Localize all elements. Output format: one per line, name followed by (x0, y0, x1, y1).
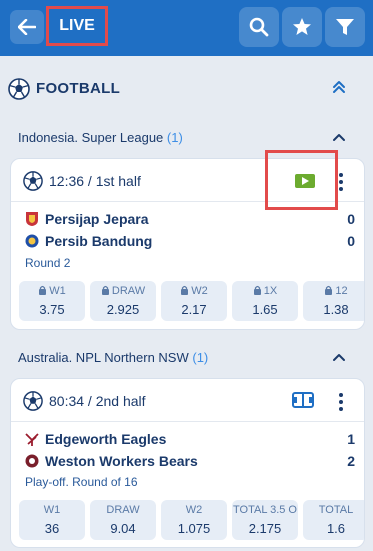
match-round: Round 2 (25, 256, 71, 270)
lock-icon (39, 285, 47, 295)
divider (11, 421, 364, 422)
odd-label: TOTAL (318, 504, 354, 516)
odd-button[interactable]: W2 2.17 (161, 281, 227, 321)
football-icon (8, 78, 30, 100)
odd-button[interactable]: W2 1.075 (161, 500, 227, 540)
odd-value: 9.04 (110, 521, 136, 536)
team-score: 2 (347, 453, 355, 469)
odd-label: W2 (185, 504, 203, 516)
favorites-button[interactable] (282, 7, 322, 47)
football-icon (23, 171, 43, 191)
odd-label: 12 (335, 285, 348, 297)
more-options-icon[interactable] (339, 173, 343, 194)
video-play-icon[interactable] (295, 174, 315, 188)
sport-header[interactable]: FOOTBALL (0, 66, 373, 110)
sport-title: FOOTBALL (36, 80, 121, 97)
league-count: (1) (166, 130, 183, 145)
odd-button[interactable]: DRAW 2.925 (90, 281, 156, 321)
odd-value: 36 (44, 521, 60, 536)
odd-button[interactable]: 1X 1.65 (232, 281, 298, 321)
lock-icon (101, 285, 109, 295)
collapse-all-icon[interactable] (332, 80, 346, 94)
odd-value: 2.175 (248, 521, 282, 536)
match-time: 12:36 / 1st half (49, 173, 141, 189)
league-name: Indonesia. Super League (1) (18, 130, 183, 145)
team-name: Persib Bandung (45, 233, 153, 249)
team-score: 1 (347, 431, 355, 447)
team-row: Weston Workers Bears 2 (25, 451, 355, 471)
odd-button[interactable]: 12 1.38 (303, 281, 364, 321)
team-logo-icon (25, 234, 39, 248)
team-logo-icon (25, 454, 39, 468)
team-name: Weston Workers Bears (45, 453, 198, 469)
search-button[interactable] (239, 7, 279, 47)
odd-label: TOTAL 3.5 O (233, 504, 297, 516)
lock-icon (181, 285, 189, 295)
odd-label: W1 (43, 504, 61, 516)
odd-value: 3.75 (39, 302, 65, 317)
football-icon (23, 391, 43, 411)
odd-value: 1.6 (326, 521, 346, 536)
search-icon (249, 17, 269, 37)
match-time: 80:34 / 2nd half (49, 393, 146, 409)
league-name: Australia. NPL Northern NSW (1) (18, 350, 209, 365)
filter-icon (336, 19, 354, 35)
odd-value: 2.925 (106, 302, 140, 317)
team-logo-icon (26, 212, 38, 226)
odd-button[interactable]: TOTAL 1.6 (303, 500, 364, 540)
odd-button[interactable]: W1 36 (19, 500, 85, 540)
odd-label: 1X (263, 285, 278, 297)
team-row: Persijap Jepara 0 (25, 209, 355, 229)
page-title: LIVE (46, 6, 108, 46)
field-scheme-icon[interactable] (292, 392, 314, 408)
odd-label: DRAW (111, 285, 146, 297)
chevron-up-icon[interactable] (332, 352, 346, 362)
lock-icon (253, 285, 261, 295)
team-name: Edgeworth Eagles (45, 431, 167, 447)
arrow-left-icon (18, 19, 36, 35)
team-row: Persib Bandung 0 (25, 231, 355, 251)
odd-label: DRAW (106, 504, 140, 516)
back-button[interactable] (10, 10, 44, 44)
match-card[interactable]: 80:34 / 2nd half Edgeworth Eagles 1 West… (10, 378, 365, 548)
odd-value: 2.17 (181, 302, 207, 317)
lock-icon (325, 285, 333, 295)
team-name: Persijap Jepara (45, 211, 149, 227)
odd-label: W2 (191, 285, 208, 297)
odd-value: 1.075 (177, 521, 211, 536)
odd-value: 1.65 (252, 302, 278, 317)
star-icon (293, 18, 311, 35)
team-logo-icon (25, 433, 39, 446)
odd-value: 1.38 (323, 302, 349, 317)
odd-button[interactable]: DRAW 9.04 (90, 500, 156, 540)
match-round: Play-off. Round of 16 (25, 475, 138, 489)
team-row: Edgeworth Eagles 1 (25, 429, 355, 449)
top-bar: LIVE (0, 0, 373, 56)
odd-button[interactable]: TOTAL 3.5 O 2.175 (232, 500, 298, 540)
team-score: 0 (347, 211, 355, 227)
odd-button[interactable]: W1 3.75 (19, 281, 85, 321)
filter-button[interactable] (325, 7, 365, 47)
video-highlight (265, 150, 338, 210)
team-score: 0 (347, 233, 355, 249)
odd-label: W1 (49, 285, 66, 297)
league-header-australia[interactable]: Australia. NPL Northern NSW (1) (0, 338, 373, 376)
more-options-icon[interactable] (339, 393, 343, 414)
league-count: (1) (192, 350, 209, 365)
chevron-up-icon[interactable] (332, 132, 346, 142)
